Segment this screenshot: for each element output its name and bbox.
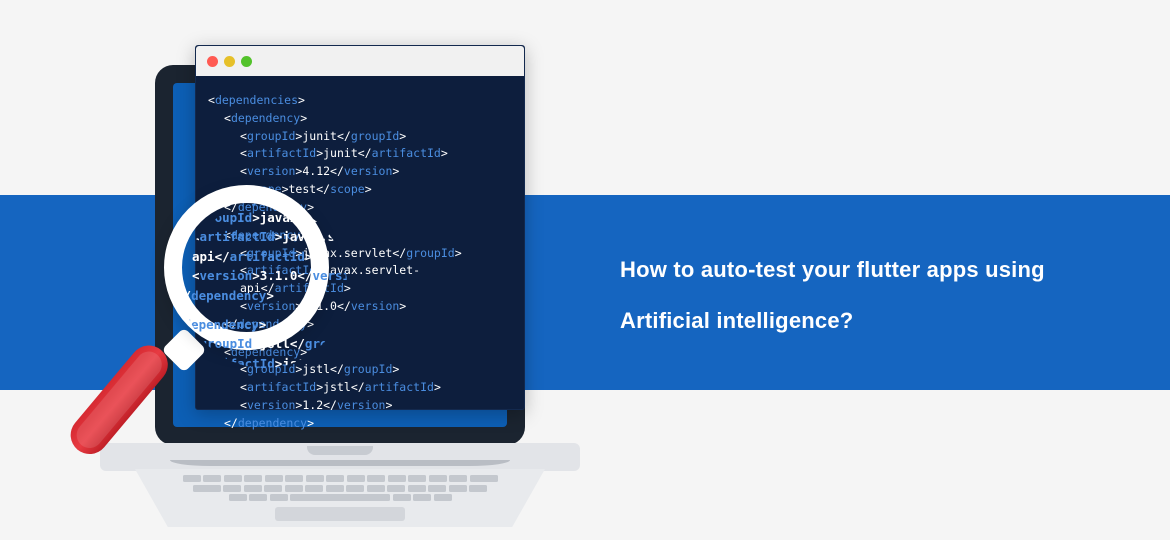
headline-text: How to auto-test your flutter apps using… — [620, 245, 1045, 346]
laptop-illustration: <dependencies><dependency><groupId>junit… — [100, 35, 580, 505]
headline-line-2: Artificial intelligence? — [620, 296, 1045, 347]
headline-line-1: How to auto-test your flutter apps using — [620, 245, 1045, 296]
keyboard-row — [175, 475, 505, 482]
keyboard-row — [175, 494, 505, 501]
minimize-icon — [224, 56, 235, 67]
close-icon — [207, 56, 218, 67]
laptop-deck — [135, 469, 545, 527]
window-titlebar — [196, 46, 524, 76]
keyboard-row — [175, 485, 505, 492]
trackpad — [275, 507, 405, 521]
laptop-hinge — [170, 460, 510, 466]
keyboard — [175, 475, 505, 503]
maximize-icon — [241, 56, 252, 67]
code-content: <dependencies><dependency><groupId>junit… — [196, 76, 524, 449]
code-editor-window: <dependencies><dependency><groupId>junit… — [195, 45, 525, 410]
